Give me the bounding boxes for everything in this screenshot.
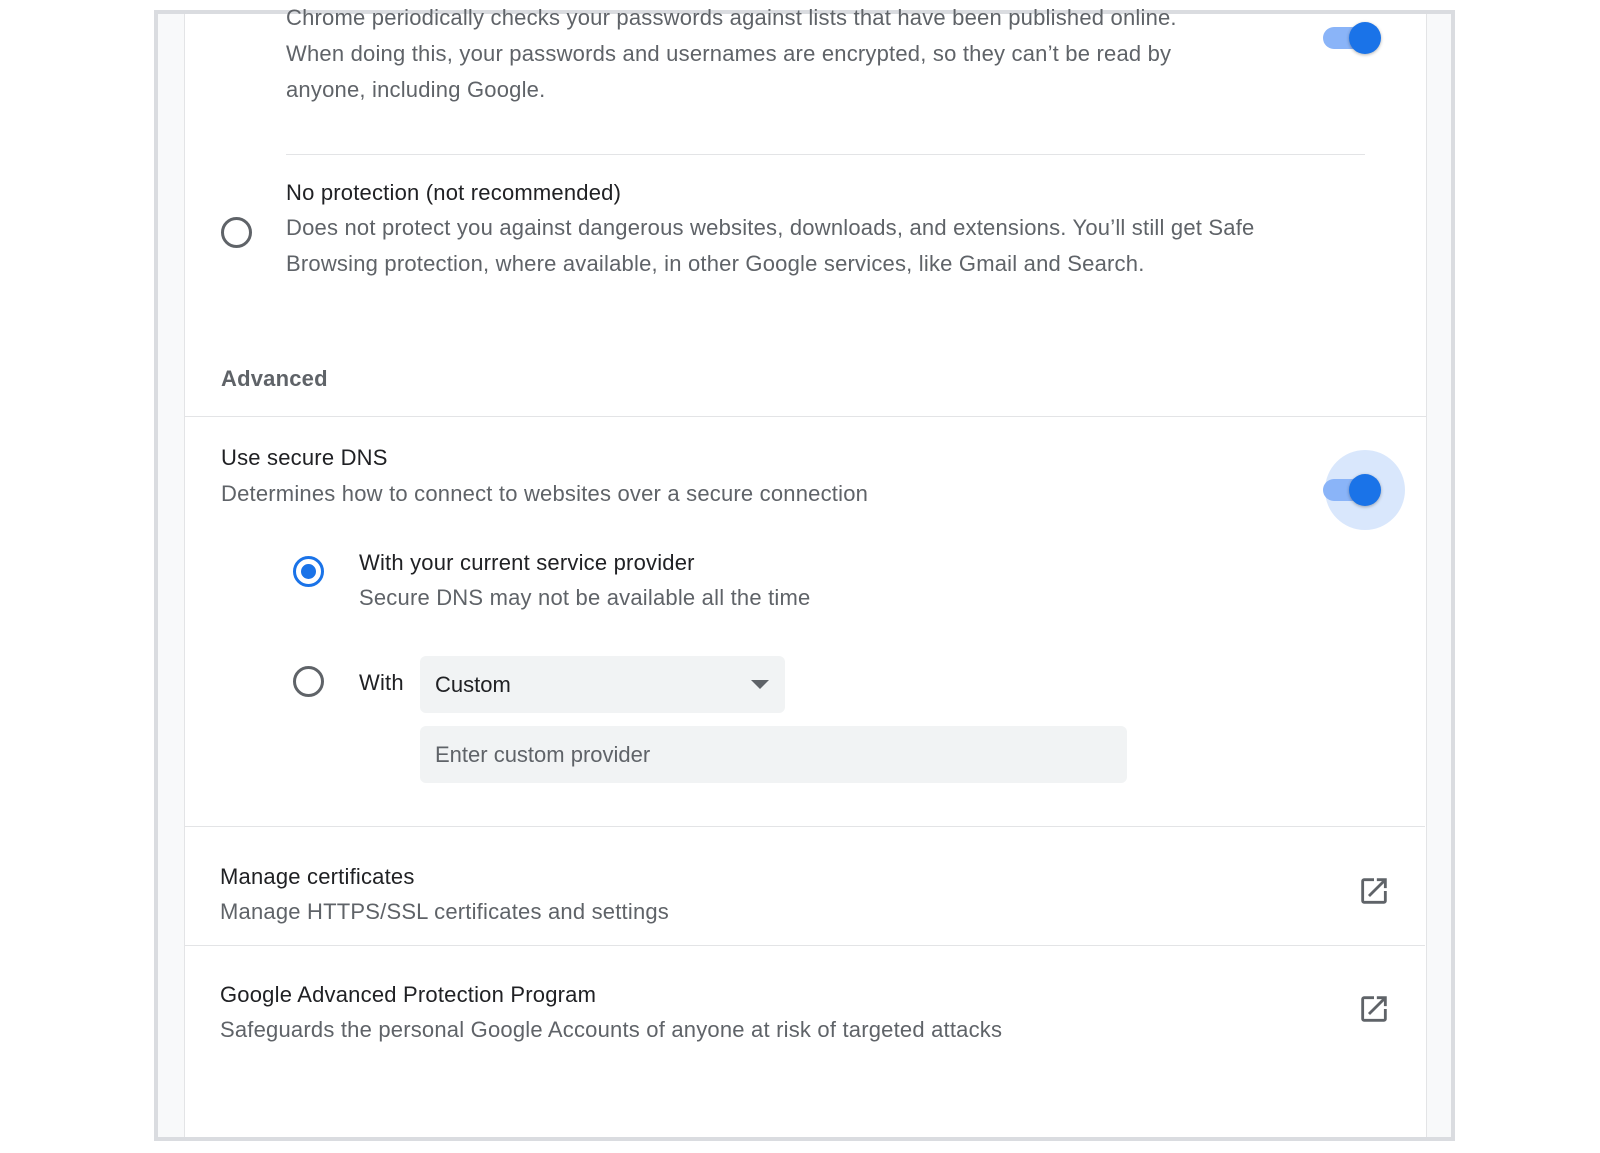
divider bbox=[185, 416, 1426, 417]
custom-provider-input[interactable] bbox=[420, 726, 1127, 783]
secure-dns-title: Use secure DNS bbox=[221, 445, 388, 470]
password-check-text-line-1: Chrome periodically checks your password… bbox=[286, 5, 1177, 30]
advanced-heading: Advanced bbox=[221, 366, 328, 391]
secure-dns-description: Determines how to connect to websites ov… bbox=[221, 481, 869, 506]
toggle-knob bbox=[1349, 474, 1381, 506]
current-provider-radio[interactable] bbox=[293, 556, 324, 587]
no-protection-desc-line-2: Browsing protection, where available, in… bbox=[286, 251, 1145, 276]
settings-panel: Chrome periodically checks your password… bbox=[184, 5, 1427, 1137]
open-in-new-icon[interactable] bbox=[1357, 874, 1391, 908]
with-label: With bbox=[359, 670, 404, 695]
password-check-description: Chrome periodically checks your password… bbox=[286, 0, 1177, 108]
divider bbox=[286, 154, 1365, 155]
password-check-text-line-2: When doing this, your passwords and user… bbox=[286, 41, 1172, 66]
chevron-down-icon bbox=[751, 680, 769, 689]
current-provider-description: Secure DNS may not be available all the … bbox=[359, 585, 811, 610]
no-protection-desc-line-1: Does not protect you against dangerous w… bbox=[286, 215, 1255, 240]
dns-provider-select-value: Custom bbox=[435, 672, 511, 697]
no-protection-radio[interactable] bbox=[221, 217, 252, 248]
password-check-toggle[interactable] bbox=[1323, 22, 1381, 54]
no-protection-description: Does not protect you against dangerous w… bbox=[286, 210, 1254, 282]
current-provider-title: With your current service provider bbox=[359, 550, 695, 575]
toggle-knob bbox=[1349, 22, 1381, 54]
custom-provider-radio[interactable] bbox=[293, 666, 324, 697]
radio-dot bbox=[301, 564, 316, 579]
custom-provider-field[interactable] bbox=[420, 726, 1127, 783]
dns-provider-select[interactable]: Custom bbox=[420, 656, 785, 713]
secure-dns-toggle[interactable] bbox=[1323, 474, 1381, 506]
open-in-new-icon[interactable] bbox=[1357, 992, 1391, 1026]
no-protection-title: No protection (not recommended) bbox=[286, 180, 622, 205]
password-check-text-line-3: anyone, including Google. bbox=[286, 77, 546, 102]
